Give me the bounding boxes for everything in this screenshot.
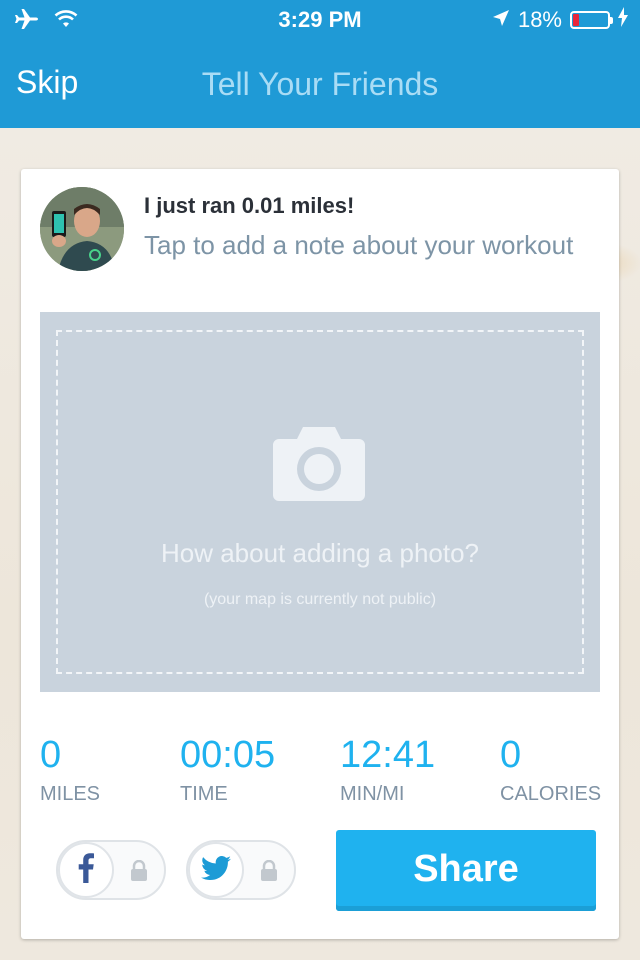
battery-level — [573, 14, 580, 26]
page-title: Tell Your Friends — [201, 66, 439, 102]
lock-icon — [130, 859, 148, 887]
stat-label: TIME — [180, 783, 228, 805]
share-button[interactable]: Share — [336, 830, 596, 911]
avatar — [40, 187, 124, 271]
stat-label: CALORIES — [500, 783, 602, 805]
stat-time: 00:05 TIME — [180, 733, 275, 806]
stat-value: 00:05 — [180, 734, 276, 776]
toggle-knob — [188, 842, 244, 898]
toggle-knob — [58, 842, 114, 898]
stat-label: MIN/MI — [340, 783, 405, 805]
post-title: I just ran 0.01 miles! — [144, 193, 355, 218]
share-card: I just ran 0.01 miles! Tap to add a note… — [21, 169, 619, 939]
workout-note-input[interactable]: Tap to add a note about your workout — [144, 227, 594, 264]
stat-value: 0 — [500, 734, 522, 776]
lock-icon — [260, 859, 278, 887]
add-photo-area[interactable]: How about adding a photo? (your map is c… — [40, 312, 600, 692]
map-privacy-note: (your map is currently not public) — [203, 591, 437, 608]
stat-calories: 0 CALORIES — [500, 733, 601, 806]
battery-icon — [570, 11, 613, 29]
camera-icon — [273, 425, 365, 506]
add-photo-prompt: How about adding a photo? — [160, 538, 480, 568]
battery-percent: 18% — [517, 7, 562, 32]
stat-value: 12:41 — [340, 734, 436, 776]
stat-label: MILES — [40, 783, 101, 805]
location-arrow-icon — [492, 7, 510, 33]
stat-value: 0 — [40, 734, 62, 776]
charging-icon — [618, 7, 628, 33]
facebook-icon — [78, 852, 94, 888]
facebook-share-toggle[interactable] — [56, 840, 166, 900]
status-bar: 3:29 PM 18% — [0, 0, 640, 40]
stat-miles: 0 MILES — [40, 733, 100, 806]
nav-bar: 3:29 PM 18% Skip Tell Your Friends — [0, 0, 640, 128]
twitter-share-toggle[interactable] — [186, 840, 296, 900]
stat-pace: 12:41 MIN/MI — [340, 733, 435, 806]
twitter-icon — [201, 855, 231, 885]
